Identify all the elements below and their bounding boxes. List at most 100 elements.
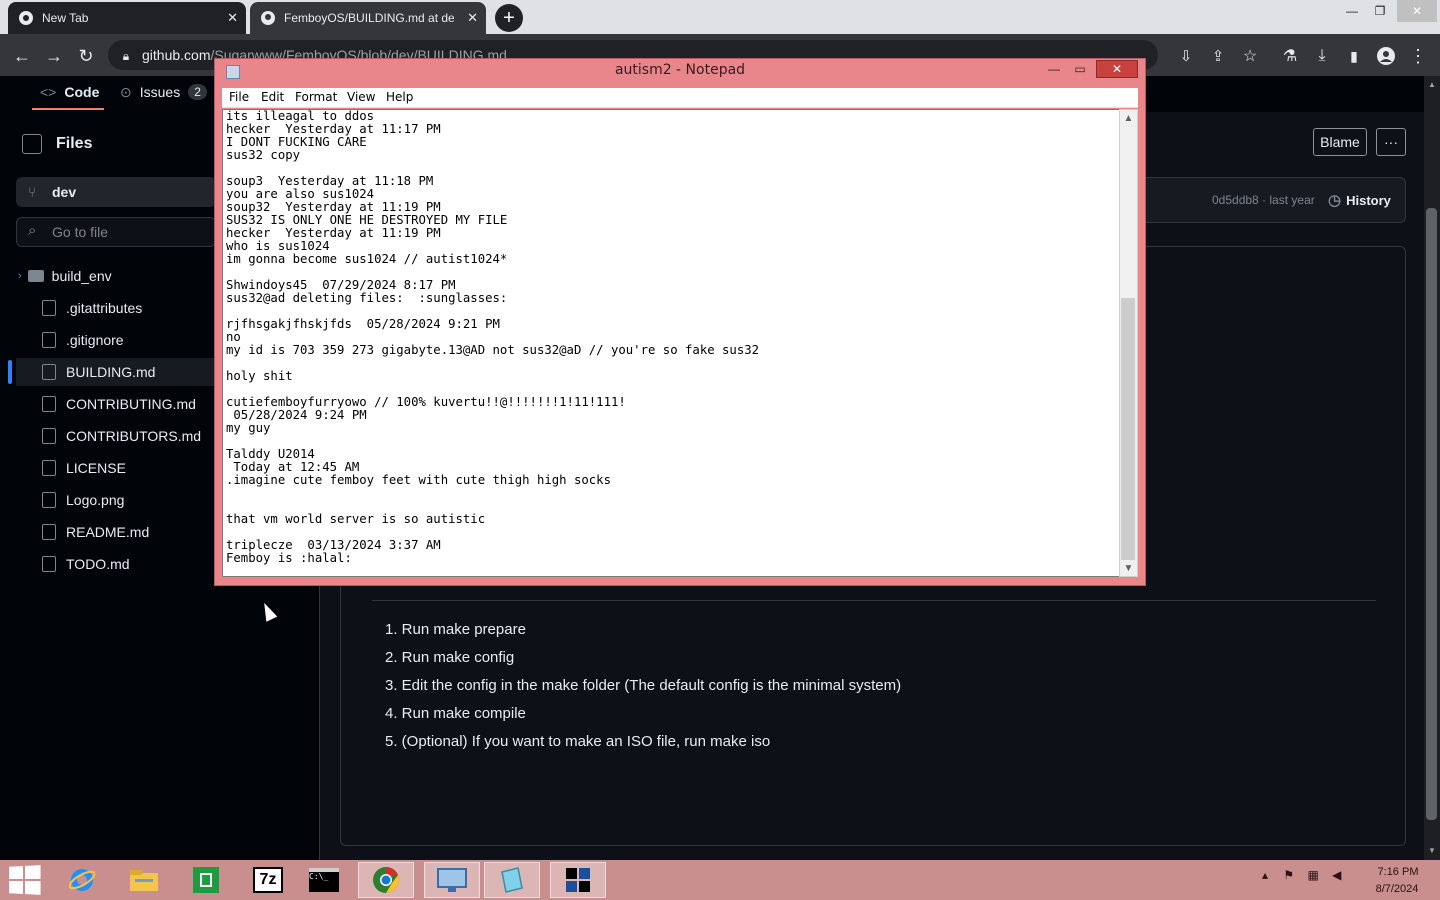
branch-name: dev: [52, 184, 77, 200]
file-icon: [42, 556, 56, 572]
menu-file[interactable]: File: [229, 90, 249, 104]
chrome-icon: [19, 11, 33, 25]
lock-icon[interactable]: 🔒︎: [114, 44, 138, 68]
tree-item-label: .gitignore: [66, 332, 124, 348]
extension-icon[interactable]: ⚗︎: [1278, 44, 1302, 68]
history-label: History: [1346, 192, 1391, 208]
system-tray[interactable]: ▴ ⚑ ▦ ◀: [1262, 868, 1341, 882]
profile-icon[interactable]: [1374, 44, 1398, 68]
menu-help[interactable]: Help: [386, 90, 413, 104]
new-tab-button[interactable]: +: [495, 4, 523, 32]
tab-new-tab[interactable]: New Tab ✕: [8, 2, 246, 34]
browser-close-icon[interactable]: ✕: [1397, 0, 1437, 22]
tab-issues[interactable]: ⊙ Issues 2: [120, 80, 207, 104]
list-item: 1. Run make prepare: [385, 621, 526, 638]
scroll-down-icon[interactable]: ▼: [1119, 560, 1138, 576]
notepad-title: autism2 - Notepad: [614, 62, 746, 78]
notepad-scrollbar-thumb[interactable]: [1121, 298, 1135, 560]
maximize-icon[interactable]: ▭: [1070, 60, 1090, 78]
menu-edit[interactable]: Edit: [261, 90, 284, 104]
list-item: 3. Edit the config in the make folder (T…: [385, 677, 902, 694]
tab-title: New Tab: [42, 11, 89, 25]
history-link[interactable]: ◷ History: [1328, 191, 1391, 209]
remote-desktop-icon[interactable]: [424, 862, 480, 898]
notepad-icon[interactable]: [484, 862, 540, 898]
clock-time[interactable]: 7:16 PM: [1374, 866, 1422, 878]
reload-icon[interactable]: ↻: [74, 44, 98, 68]
tree-item-label: LICENSE: [66, 460, 126, 476]
history-icon: ◷: [1328, 192, 1342, 209]
branch-icon: ⑂: [28, 184, 37, 200]
list-item: 4. Run make compile: [385, 705, 526, 722]
tree-item-label: CONTRIBUTORS.md: [66, 428, 202, 444]
chrome-icon[interactable]: [358, 862, 414, 898]
scroll-down-icon[interactable]: ▼: [1426, 846, 1438, 855]
tab-code-label: Code: [64, 84, 100, 100]
tab-github[interactable]: FemboyOS/BUILDING.md at de ✕: [250, 2, 486, 34]
chevron-right-icon: ›: [18, 270, 22, 282]
windows-start-icon[interactable]: [9, 865, 41, 895]
more-options-button[interactable]: ···: [1376, 128, 1406, 156]
files-title: Files: [56, 135, 93, 152]
blame-button[interactable]: Blame: [1313, 128, 1367, 156]
browser-restore-icon[interactable]: ❐: [1362, 0, 1398, 22]
close-icon[interactable]: ✕: [1096, 60, 1138, 78]
scroll-up-icon[interactable]: ▲: [1119, 110, 1138, 126]
minimize-icon[interactable]: —: [1044, 60, 1064, 78]
file-icon: [42, 300, 56, 316]
clock-date[interactable]: 8/7/2024: [1372, 883, 1422, 895]
active-file-indicator: [8, 360, 12, 384]
file-explorer-icon[interactable]: [116, 862, 172, 898]
notepad-text-area[interactable]: its illeagal to ddos hecker Yesterday at…: [222, 109, 1120, 577]
menu-view[interactable]: View: [347, 90, 375, 104]
github-icon: [261, 11, 275, 25]
notepad-text: its illeagal to ddos hecker Yesterday at…: [226, 109, 760, 565]
cmd-icon[interactable]: C:\_: [296, 862, 352, 898]
collapse-sidebar-icon[interactable]: [22, 134, 42, 154]
commit-hash[interactable]: 0d5ddb8 · last year: [1212, 193, 1315, 207]
tree-item-label: build_env: [51, 268, 112, 284]
branch-selector[interactable]: [16, 177, 216, 207]
page-scrollbar-thumb[interactable]: [1426, 208, 1437, 820]
store-icon[interactable]: [178, 862, 234, 898]
list-item: 2. Run make config: [385, 649, 515, 666]
tab-title: FemboyOS/BUILDING.md at de: [284, 11, 454, 25]
file-icon: [42, 364, 56, 380]
tab-code[interactable]: <> Code: [40, 80, 99, 104]
volume-icon[interactable]: ◀: [1332, 868, 1341, 882]
star-icon[interactable]: ☆: [1238, 44, 1262, 68]
sidepanel-icon[interactable]: ▮: [1342, 44, 1366, 68]
tree-item-label: .gitattributes: [66, 300, 143, 316]
tab-close-icon[interactable]: ✕: [227, 10, 238, 26]
share-icon[interactable]: ⇪: [1206, 44, 1230, 68]
file-icon: [42, 332, 56, 348]
7zip-icon[interactable]: 7z: [240, 862, 296, 898]
app-icon[interactable]: [550, 862, 606, 898]
file-icon: [42, 428, 56, 444]
network-icon[interactable]: ▦: [1307, 868, 1318, 882]
code-icon: <>: [40, 84, 57, 100]
tab-close-icon[interactable]: ✕: [467, 10, 478, 26]
tree-item-label: Logo.png: [66, 492, 125, 508]
download-icon[interactable]: ⤓: [1310, 44, 1334, 68]
install-icon[interactable]: ⇩: [1174, 44, 1198, 68]
tab-issues-label: Issues: [139, 84, 181, 100]
search-icon: ⌕: [28, 222, 37, 239]
7zip-label: 7z: [253, 867, 283, 893]
scroll-up-icon[interactable]: ▲: [1426, 80, 1438, 89]
issues-count-badge: 2: [188, 84, 207, 100]
file-icon: [42, 460, 56, 476]
list-item: 5. (Optional) If you want to make an ISO…: [385, 733, 771, 750]
go-to-file-input[interactable]: [16, 217, 216, 247]
tray-expand-icon[interactable]: ▴: [1262, 868, 1268, 882]
forward-icon[interactable]: →: [42, 44, 66, 68]
menu-icon[interactable]: ⋮: [1406, 44, 1430, 68]
back-icon[interactable]: ←: [10, 44, 34, 68]
url-host: github.com: [142, 47, 211, 63]
internet-explorer-icon[interactable]: [54, 862, 110, 898]
action-center-icon[interactable]: ⚑: [1283, 868, 1294, 882]
tree-item-label: README.md: [66, 524, 150, 540]
file-icon: [42, 396, 56, 412]
menu-format[interactable]: Format: [295, 90, 337, 104]
tree-item-label: BUILDING.md: [66, 364, 156, 380]
